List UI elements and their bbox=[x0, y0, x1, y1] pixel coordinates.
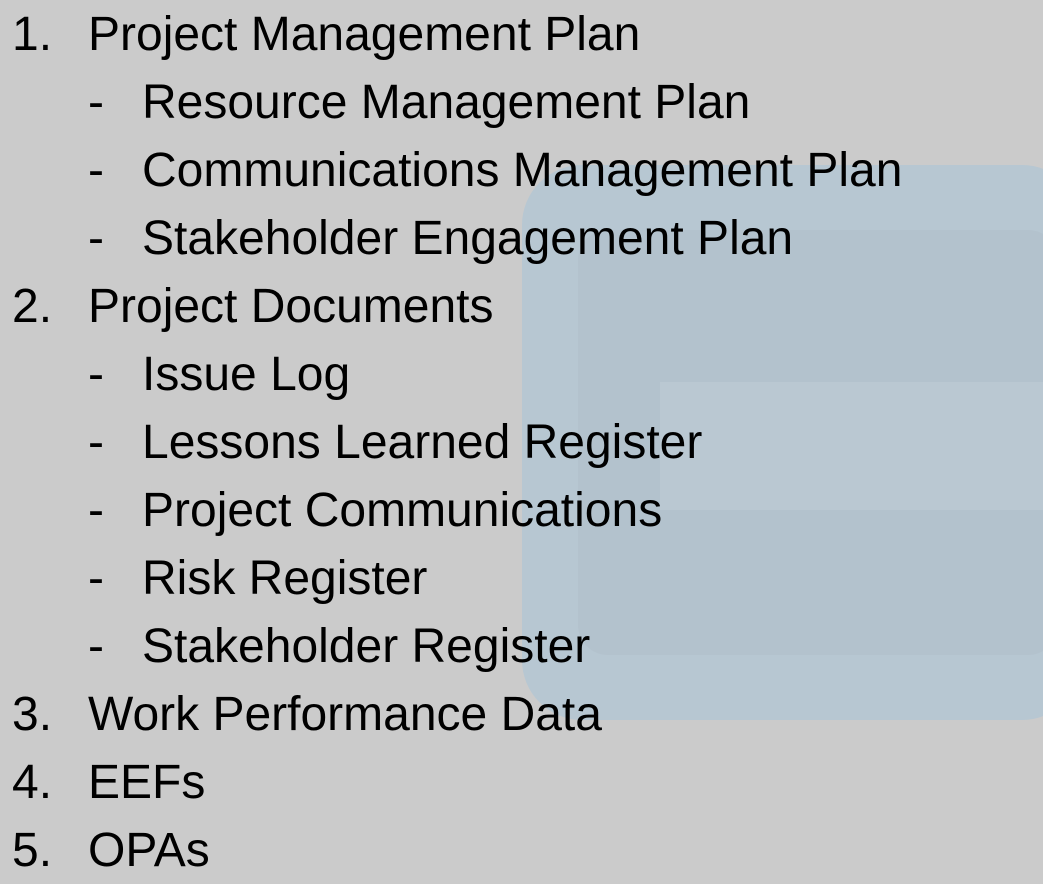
item-number: 1. bbox=[12, 8, 53, 61]
dash-bullet: - bbox=[88, 484, 104, 537]
item-label: Project Management Plan bbox=[88, 8, 641, 61]
sub-item-label: Resource Management Plan bbox=[142, 76, 751, 129]
dash-bullet: - bbox=[88, 620, 104, 673]
sub-item-label: Stakeholder Engagement Plan bbox=[142, 212, 794, 265]
dash-bullet: - bbox=[88, 212, 104, 265]
sub-item-label: Stakeholder Register bbox=[142, 620, 591, 673]
sub-item-label: Communications Management Plan bbox=[142, 144, 903, 197]
background-decor-band bbox=[660, 382, 1043, 510]
item-number: 3. bbox=[12, 688, 53, 741]
sub-item-label: Risk Register bbox=[142, 552, 428, 605]
dash-bullet: - bbox=[88, 416, 104, 469]
item-label: EEFs bbox=[88, 756, 206, 809]
item-label: OPAs bbox=[88, 824, 210, 877]
item-label: Project Documents bbox=[88, 280, 494, 333]
sub-item-label: Lessons Learned Register bbox=[142, 416, 703, 469]
item-label: Work Performance Data bbox=[88, 688, 602, 741]
item-number: 2. bbox=[12, 280, 53, 333]
dash-bullet: - bbox=[88, 144, 104, 197]
item-number: 4. bbox=[12, 756, 53, 809]
dash-bullet: - bbox=[88, 552, 104, 605]
sub-item-label: Issue Log bbox=[142, 348, 351, 401]
dash-bullet: - bbox=[88, 76, 104, 129]
dash-bullet: - bbox=[88, 348, 104, 401]
sub-item-label: Project Communications bbox=[142, 484, 663, 537]
item-number: 5. bbox=[12, 824, 53, 877]
